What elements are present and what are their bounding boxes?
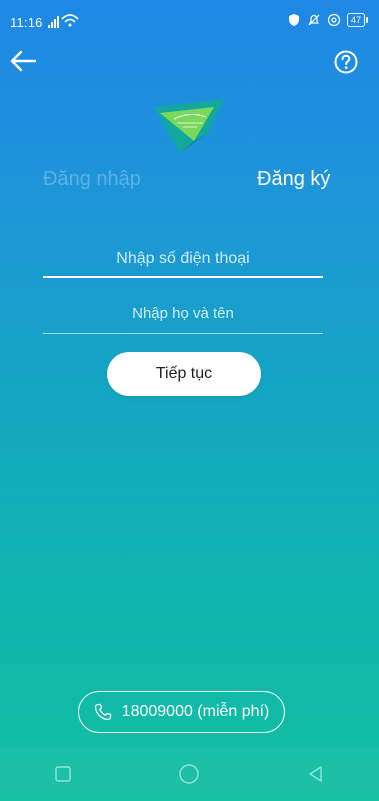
phone-input[interactable] [43,250,323,268]
at-sign-icon [327,13,341,27]
nav-home-button[interactable] [178,763,200,785]
phone-field-group [43,250,323,278]
square-icon [55,766,71,782]
viettel-pay-logo [154,99,224,153]
status-time: 11:16 [10,15,43,30]
circle-icon [179,764,200,784]
signal-wifi-icon [48,14,79,28]
triangle-left-icon [309,766,322,782]
nav-recent-apps-button[interactable] [52,763,74,785]
system-nav-bar [0,747,379,801]
phone-underline [43,276,323,278]
name-input[interactable] [43,305,323,322]
nav-back-button[interactable] [305,763,327,785]
status-bar: 11:16 47 [0,0,379,44]
phone-icon [94,703,111,721]
tab-register[interactable]: Đăng ký [257,168,330,191]
name-field-group [43,305,323,334]
help-question-icon[interactable] [333,49,359,75]
continue-button[interactable]: Tiếp tục [107,352,261,396]
hotline-label: 18009000 (miễn phí) [121,703,270,720]
shield-icon [288,14,299,26]
name-underline [43,333,323,334]
battery-indicator: 47 [346,13,369,27]
bell-off-icon [308,14,320,26]
tab-login[interactable]: Đăng nhập [43,168,141,191]
status-right-icons: 47 [287,13,369,27]
back-arrow-icon[interactable] [8,46,38,76]
hotline-button[interactable]: 18009000 (miễn phí) [78,691,285,733]
